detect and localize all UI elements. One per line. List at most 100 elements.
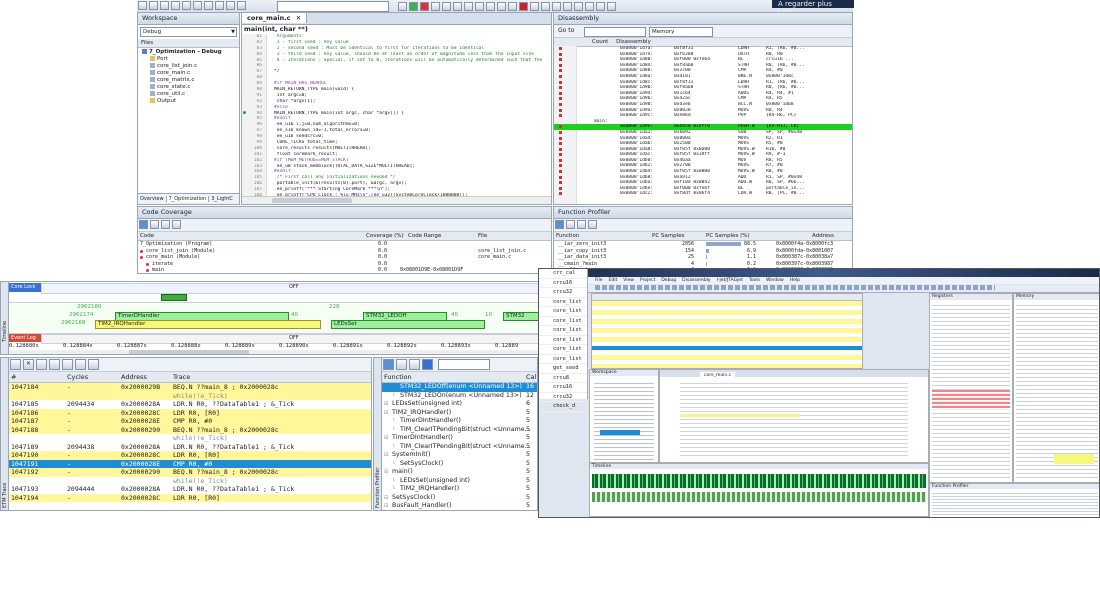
menu-item[interactable]: Edit bbox=[609, 278, 618, 283]
breakpoint-marker-icon[interactable] bbox=[559, 102, 562, 106]
list-item[interactable]: crcu32 bbox=[539, 393, 587, 402]
expand-icon[interactable]: ⊟ bbox=[384, 434, 388, 443]
coverage-row[interactable]: main 0.0 0x08001D9E-0x08001D9F bbox=[138, 267, 551, 273]
refresh-icon[interactable] bbox=[396, 359, 407, 370]
filter-icon[interactable] bbox=[88, 359, 99, 370]
options-icon[interactable] bbox=[588, 220, 597, 229]
undo-icon[interactable] bbox=[226, 1, 235, 10]
refresh-icon[interactable] bbox=[566, 220, 575, 229]
callgraph-row[interactable]: ⊟ SetSysClock() 5 bbox=[382, 494, 537, 503]
breakpoint-marker-icon[interactable] bbox=[559, 80, 562, 84]
reset-icon[interactable] bbox=[453, 2, 462, 11]
list-item[interactable]: get_seed bbox=[539, 364, 587, 374]
memory-icon[interactable] bbox=[541, 2, 550, 11]
disassembly-icon[interactable] bbox=[530, 2, 539, 11]
enable-profiler-icon[interactable] bbox=[555, 220, 564, 229]
cut-icon[interactable] bbox=[193, 1, 202, 10]
file-tree-item[interactable]: Output bbox=[140, 98, 237, 105]
next-statement-icon[interactable] bbox=[497, 2, 506, 11]
trace-rows[interactable]: 1047184-0x2000029B BEQ.N ??main_8 ; 0x200… bbox=[9, 383, 371, 502]
expand-icon[interactable]: ⊟ bbox=[384, 502, 388, 510]
callgraph-row[interactable]: └ LEDsSet(unsigned int) 5 bbox=[382, 477, 537, 486]
find-combo[interactable] bbox=[277, 1, 389, 12]
save-all-icon[interactable] bbox=[171, 1, 180, 10]
menu-item[interactable]: Window bbox=[766, 278, 784, 283]
callgraph-row[interactable]: ⊟ TimerDIntHandler() 5 bbox=[382, 434, 537, 443]
run-to-cursor-icon[interactable] bbox=[508, 2, 517, 11]
locals-icon[interactable] bbox=[574, 2, 583, 11]
save-icon[interactable] bbox=[160, 1, 169, 10]
file-tree-item[interactable]: 7_Optimization - Debug bbox=[140, 49, 237, 56]
save-icon[interactable] bbox=[409, 359, 420, 370]
terminal-icon[interactable] bbox=[585, 2, 594, 11]
breakpoint-icon[interactable] bbox=[519, 2, 528, 11]
breakpoint-marker-icon[interactable] bbox=[559, 181, 562, 185]
tim2-irq-segment[interactable]: TIM2_IRQHandler bbox=[95, 320, 321, 329]
trace-icon[interactable] bbox=[596, 2, 605, 11]
expand-icon[interactable]: ⊟ bbox=[384, 494, 388, 503]
callgraph-row[interactable]: └ TIM_ClearITPendingBit(struct <Unname...… bbox=[382, 443, 537, 452]
menu-item[interactable]: Help bbox=[790, 278, 800, 283]
breakpoint-marker-icon[interactable] bbox=[559, 186, 562, 190]
go-icon[interactable] bbox=[431, 2, 440, 11]
breakpoint-marker-icon[interactable] bbox=[559, 130, 562, 134]
table-row[interactable]: 1047185 2094434 0x2000028A LDR.N R0, ??Data… bbox=[9, 400, 371, 409]
close-icon[interactable]: ✕ bbox=[296, 14, 301, 22]
breakpoint-marker-icon[interactable] bbox=[559, 164, 562, 168]
expand-icon[interactable]: ⊟ bbox=[384, 451, 388, 460]
editor-tab-core-main[interactable]: core_main.c ✕ bbox=[242, 13, 308, 23]
file-tree-item[interactable]: core_main.c bbox=[140, 70, 237, 77]
expand-icon[interactable]: ⊟ bbox=[384, 409, 388, 418]
timeline-row-event-log[interactable]: Event Log OFF bbox=[9, 334, 552, 344]
enable-trace-icon[interactable] bbox=[10, 359, 21, 370]
tab-3-lightc[interactable]: 3_LightC bbox=[209, 196, 235, 202]
table-row[interactable]: 1047188-0x20000290 BEQ.N ??main_8 ; 0x200… bbox=[9, 425, 371, 434]
menu-item[interactable]: I-jet/JTAGjet bbox=[717, 278, 743, 283]
table-row[interactable]: 1047192-0x20000290 BEQ.N ??main_8 ; 0x200… bbox=[9, 468, 371, 477]
timeline-hscrollbar[interactable] bbox=[9, 350, 552, 354]
list-item[interactable]: core_list bbox=[539, 298, 587, 307]
list-item[interactable]: crcu8 bbox=[539, 374, 587, 383]
expand-icon[interactable]: ⊟ bbox=[384, 400, 388, 409]
callgraph-filter-input[interactable] bbox=[438, 359, 491, 370]
callgraph-row[interactable]: ⊟ TIM2_IRQHandler() 5 bbox=[382, 409, 537, 418]
watch-icon[interactable] bbox=[563, 2, 572, 11]
breakpoint-marker-icon[interactable] bbox=[559, 58, 562, 62]
copy-icon[interactable] bbox=[204, 1, 213, 10]
list-item[interactable]: core_list bbox=[539, 345, 587, 355]
breakpoint-marker-icon[interactable] bbox=[559, 86, 562, 90]
make-icon[interactable] bbox=[398, 2, 407, 11]
refresh-icon[interactable] bbox=[150, 220, 159, 229]
table-row[interactable]: 1047194-0x2000028C LDR R0, [R0] bbox=[9, 493, 371, 502]
redo-icon[interactable] bbox=[237, 1, 246, 10]
breakpoint-marker-icon[interactable] bbox=[559, 108, 562, 112]
table-row[interactable]: 1047184-0x2000029B BEQ.N ??main_8 ; 0x200… bbox=[9, 383, 371, 392]
enable-coverage-icon[interactable] bbox=[139, 220, 148, 229]
breakpoint-marker-icon[interactable] bbox=[559, 170, 562, 174]
breakpoint-marker-icon[interactable] bbox=[559, 192, 562, 196]
disasm-line[interactable]: 0x0800'1dc2: 0xf8df 0x06f4 LDR.W R0, [PC, #… bbox=[554, 191, 852, 197]
table-row[interactable]: 1047187-0x2000028E CMP R0, #0 bbox=[9, 417, 371, 426]
disasm-lines[interactable]: 0x0800'1d7a: 0xf8f31 LDRH R1, [R6, #0... 0x0… bbox=[554, 46, 852, 204]
expand-icon[interactable]: ⊟ bbox=[384, 468, 388, 477]
clear-icon[interactable] bbox=[577, 220, 586, 229]
profiler-icon[interactable] bbox=[607, 2, 616, 11]
breakpoint-marker-icon[interactable] bbox=[559, 63, 562, 67]
breakpoint-marker-icon[interactable] bbox=[559, 52, 562, 56]
tab-7-optimization[interactable]: 7_Optimization bbox=[166, 196, 210, 202]
menu-item[interactable]: View bbox=[623, 278, 634, 283]
callgraph-rows[interactable]: └ STM32_LEDOff(enum <Unnamed 13>) 16 └ STM32… bbox=[382, 383, 537, 510]
breakpoint-marker-icon[interactable] bbox=[559, 114, 562, 118]
list-item[interactable]: crc_cal bbox=[539, 269, 587, 279]
timeline-row-core-lock[interactable]: Core Lock OFF bbox=[9, 283, 552, 294]
breakpoint-marker-icon[interactable] bbox=[559, 153, 562, 157]
options-icon[interactable] bbox=[172, 220, 181, 229]
clear-icon[interactable] bbox=[161, 220, 170, 229]
list-item[interactable]: core_list bbox=[539, 355, 587, 364]
file-tree-item[interactable]: core_state.c bbox=[140, 84, 237, 91]
breakpoint-marker-icon[interactable] bbox=[559, 147, 562, 151]
coverage-row[interactable]: j=0,0x08001DA0-0x08001DA3 bbox=[138, 274, 551, 275]
breakpoint-marker-icon[interactable] bbox=[559, 74, 562, 78]
stop-icon[interactable] bbox=[420, 2, 429, 11]
breakpoint-marker-icon[interactable] bbox=[559, 125, 562, 129]
